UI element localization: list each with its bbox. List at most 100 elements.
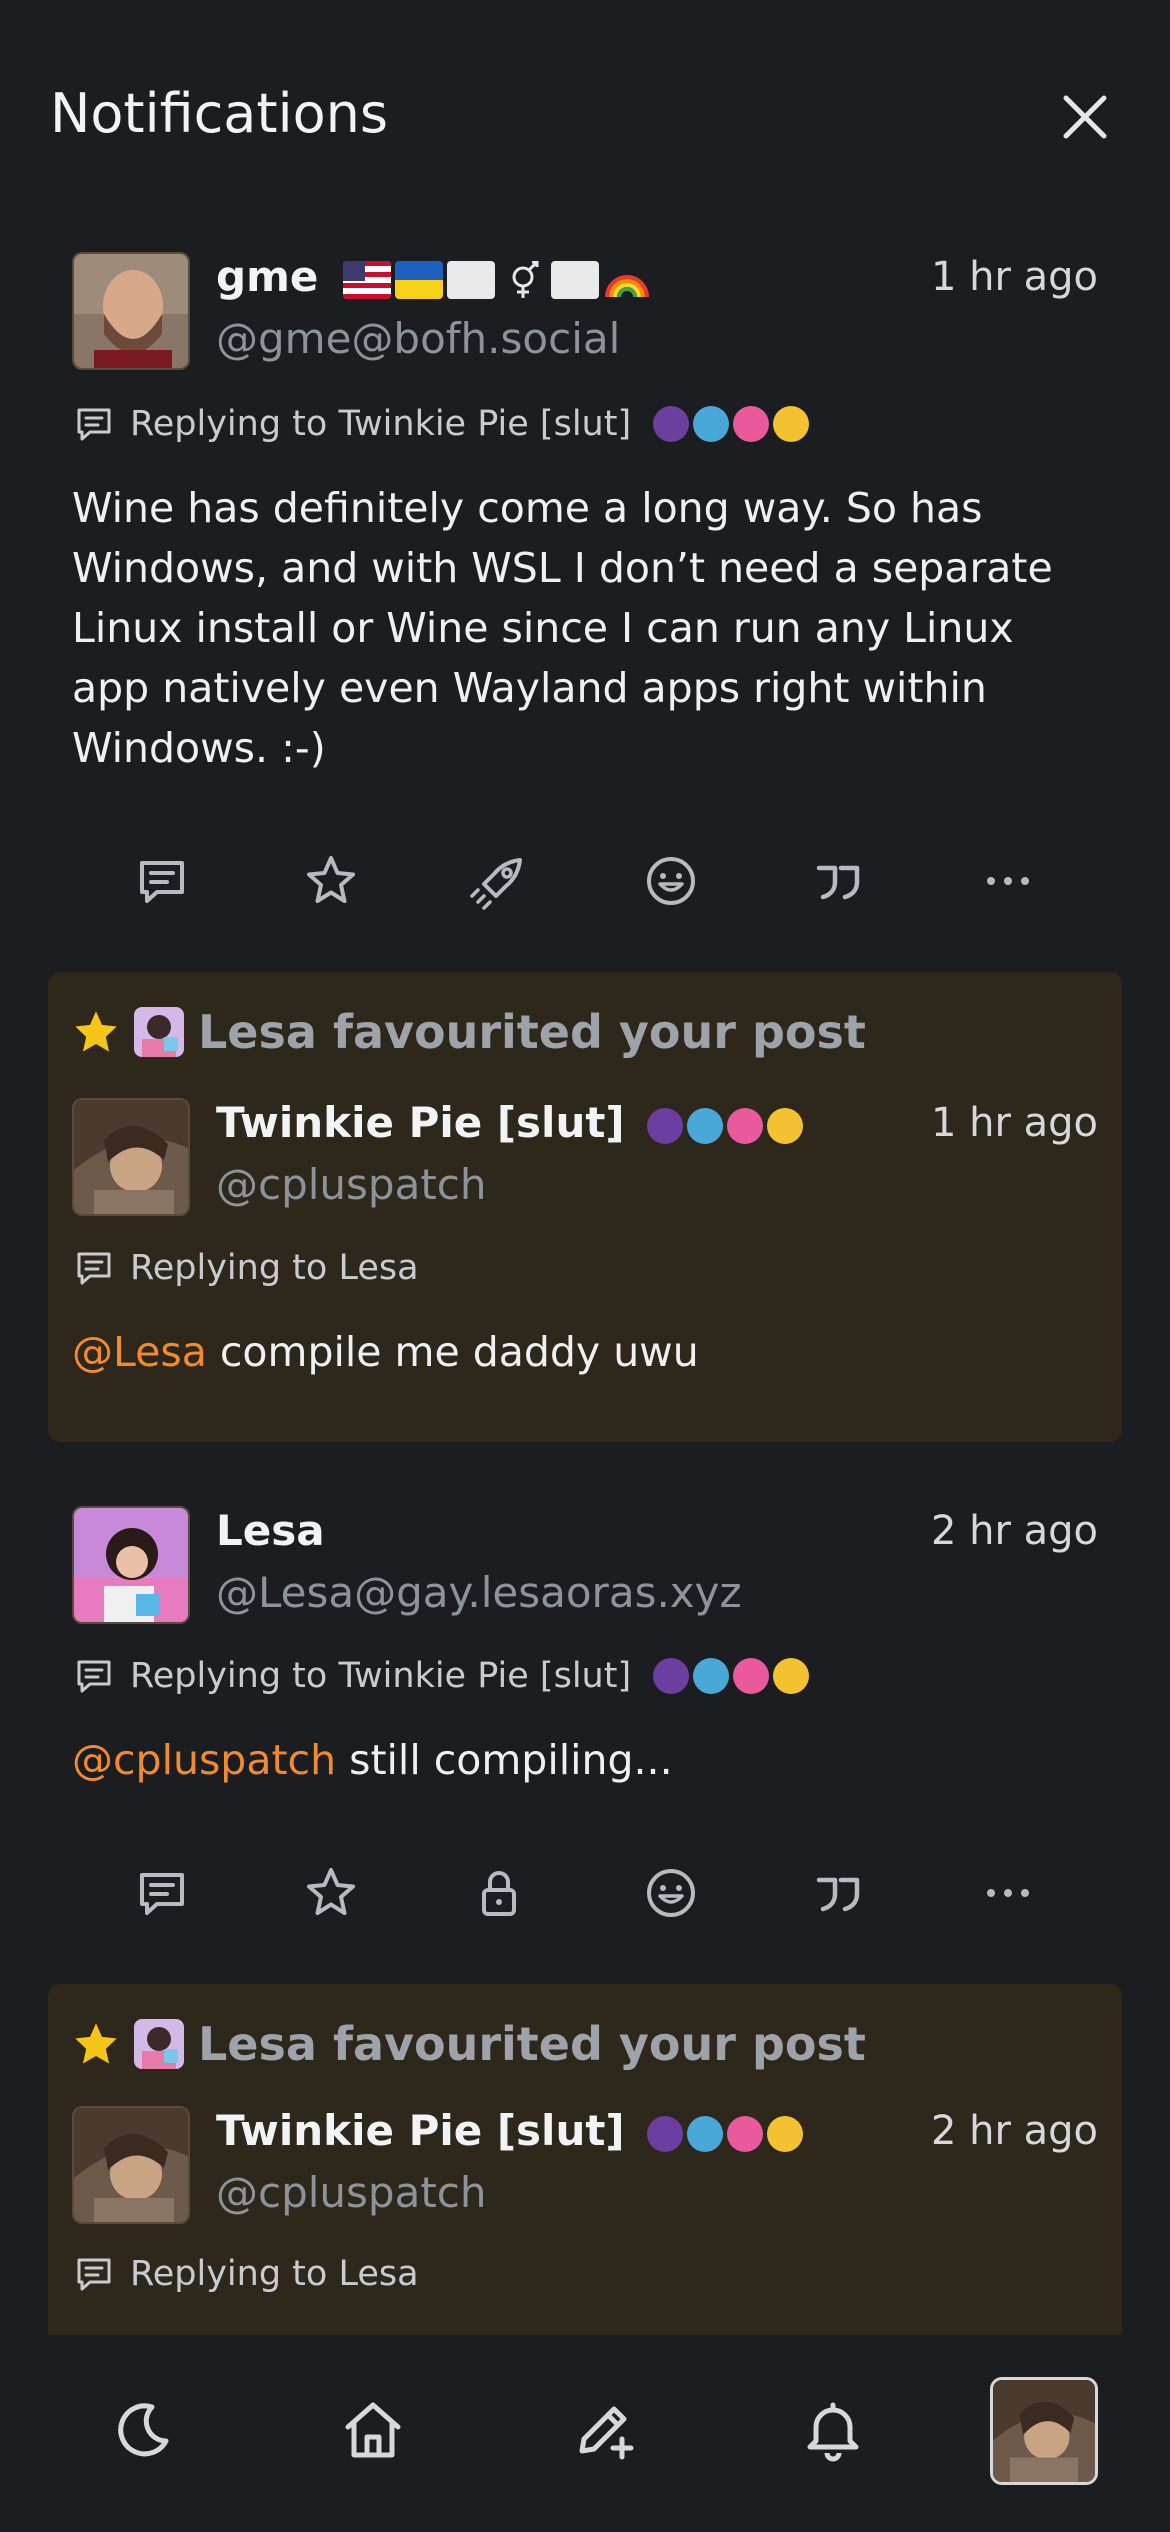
reply-text: Replying to Lesa [130, 1248, 419, 1288]
author-handle[interactable]: @cpluspatch [216, 2168, 487, 2217]
post-actions [0, 846, 1170, 916]
pride-badges [653, 1658, 810, 1694]
bell-icon [807, 2402, 859, 2462]
favourite-text: Lesa favourited your post [198, 1005, 866, 1059]
post-time[interactable]: 1 hr ago [931, 254, 1098, 300]
moon-icon [118, 2403, 169, 2457]
author-name-text: Twinkie Pie [slut] [216, 2106, 625, 2155]
post-text: still compiling... [336, 1736, 673, 1784]
lock-icon [482, 1871, 516, 1916]
quote-icon [816, 865, 860, 900]
emoji-react-icon [647, 1869, 695, 1917]
boost-button[interactable] [464, 846, 534, 916]
favourite-text: Lesa favourited your post [198, 2017, 866, 2071]
emoji-react-button[interactable] [636, 846, 706, 916]
avatar[interactable] [72, 2106, 190, 2224]
notifications-page: Notifications gme @gme@bofh.social 1 hr … [0, 0, 1170, 2532]
reply-bubble-icon [77, 1660, 111, 1693]
home-button[interactable] [318, 2375, 428, 2485]
favourite-button[interactable] [296, 846, 366, 916]
reply-indicator[interactable]: Replying to Twinkie Pie [slut] [72, 402, 810, 446]
badge-icon [733, 1658, 770, 1694]
reply-text: Replying to Twinkie Pie [slut] [130, 1656, 632, 1696]
quote-icon [816, 1877, 860, 1912]
emoji-react-icon [647, 857, 695, 905]
pride-badges [653, 406, 810, 442]
rainbow-icon [604, 274, 649, 297]
notification-item[interactable]: gme @gme@bofh.social 1 hr ago Replying t… [0, 0, 1170, 960]
notification-item: Lesa favourited your post Twinkie Pie [s… [0, 972, 1170, 1442]
avatar[interactable] [72, 1506, 190, 1624]
notifications-button[interactable] [778, 2375, 888, 2485]
badge-icon [687, 1107, 724, 1144]
flag-white-icon [550, 260, 599, 299]
reply-indicator[interactable]: Replying to Twinkie Pie [slut] [72, 1654, 810, 1698]
name-emojis [342, 260, 651, 299]
post-body: @Lesa compile me daddy uwu [72, 1322, 1092, 1382]
favourite-line: Lesa favourited your post [72, 1002, 866, 1062]
emoji-react-button[interactable] [636, 1858, 706, 1928]
notification-item[interactable]: Lesa @Lesa@gay.lesaoras.xyz 2 hr ago Rep… [0, 1442, 1170, 1982]
author-name[interactable]: Twinkie Pie [slut] [216, 2106, 804, 2155]
post-body: @cpluspatch still compiling... [72, 1730, 1092, 1790]
badge-icon [767, 1107, 804, 1144]
reply-indicator[interactable]: Replying to Lesa [72, 1246, 419, 1290]
post-time[interactable]: 1 hr ago [931, 1100, 1098, 1146]
reply-icon [140, 861, 184, 903]
avatar[interactable] [72, 252, 190, 370]
theme-toggle-button[interactable] [88, 2375, 198, 2485]
author-name-text: gme [216, 252, 319, 301]
post-body: Wine has definitely come a long way. So … [72, 484, 1053, 772]
star-icon [307, 856, 355, 903]
more-icon [987, 877, 1029, 885]
author-name-text: Twinkie Pie [slut] [216, 1098, 625, 1147]
flag-white-icon [446, 260, 495, 299]
home-icon [345, 2402, 401, 2458]
reply-bubble-icon [77, 2258, 111, 2291]
badge-icon [733, 406, 770, 442]
reply-text: Replying to Twinkie Pie [slut] [130, 404, 632, 444]
post-text: compile me daddy uwu [206, 1328, 699, 1376]
post-actions [0, 1858, 1170, 1928]
quote-button[interactable] [803, 1858, 873, 1928]
profile-avatar[interactable] [990, 2377, 1098, 2485]
favouriter-avatar[interactable] [134, 2019, 184, 2069]
reply-button[interactable] [127, 846, 197, 916]
badge-icon [647, 2115, 684, 2152]
compose-icon [579, 2406, 634, 2460]
quote-button[interactable] [803, 846, 873, 916]
badge-icon [773, 1658, 810, 1694]
badge-icon [653, 1658, 690, 1694]
author-handle[interactable]: @cpluspatch [216, 1160, 487, 1209]
more-button[interactable] [973, 846, 1043, 916]
compose-button[interactable] [548, 2375, 658, 2485]
badge-icon [687, 2115, 724, 2152]
more-button[interactable] [973, 1858, 1043, 1928]
favouriter-avatar[interactable] [134, 1007, 184, 1057]
mention-link[interactable]: @Lesa [72, 1328, 207, 1376]
pride-badges [647, 2115, 804, 2152]
author-handle[interactable]: @Lesa@gay.lesaoras.xyz [216, 1568, 742, 1617]
reply-text: Replying to Lesa [130, 2254, 419, 2294]
favourite-button[interactable] [296, 1858, 366, 1928]
star-icon [307, 1868, 355, 1915]
author-name[interactable]: Lesa [216, 1506, 325, 1555]
post-time[interactable]: 2 hr ago [931, 1508, 1098, 1554]
author-handle[interactable]: @gme@bofh.social [216, 314, 620, 363]
post-time[interactable]: 2 hr ago [931, 2108, 1098, 2154]
bottom-navigation [0, 2335, 1170, 2532]
badge-icon [647, 1107, 684, 1144]
reply-indicator[interactable]: Replying to Lesa [72, 2252, 419, 2296]
mention-link[interactable]: @cpluspatch [72, 1736, 336, 1784]
badge-icon [727, 2115, 764, 2152]
more-icon [987, 1889, 1029, 1897]
reply-button[interactable] [127, 1858, 197, 1928]
boost-button[interactable] [464, 1858, 534, 1928]
avatar[interactable] [72, 1098, 190, 1216]
notification-item: Lesa favourited your post Twinkie Pie [s… [0, 1984, 1170, 2335]
flag-us-icon [342, 260, 391, 299]
author-name[interactable]: gme [216, 252, 651, 301]
author-name[interactable]: Twinkie Pie [slut] [216, 1098, 804, 1147]
favourite-line: Lesa favourited your post [72, 2014, 866, 2074]
badge-icon [693, 1658, 730, 1694]
